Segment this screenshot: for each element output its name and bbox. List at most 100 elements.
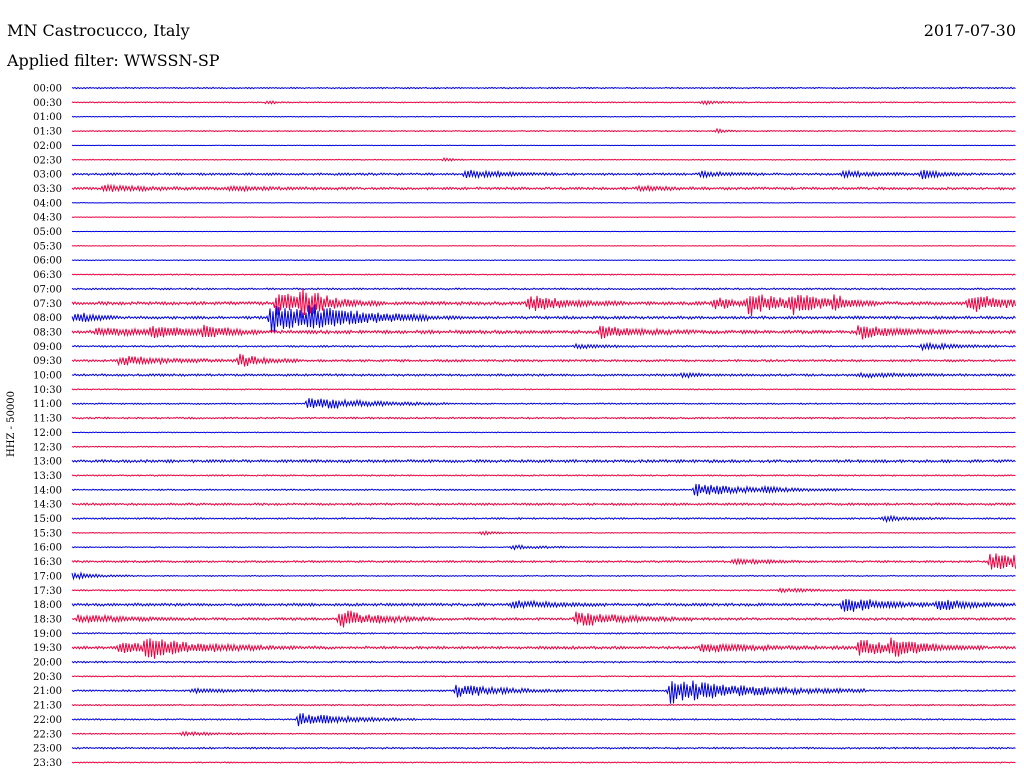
time-tick-label: 21:00	[33, 686, 62, 697]
trace-line	[71, 115, 1016, 118]
time-tick-label: 22:00	[33, 715, 62, 726]
trace-line	[71, 445, 1016, 448]
filter-label: Applied filter: WWSSN-SP	[6, 51, 220, 70]
time-tick-label: 05:00	[33, 227, 62, 238]
time-tick-label: 20:30	[33, 672, 62, 683]
channel-label: HHZ - 50000	[6, 391, 17, 457]
trace-line	[71, 183, 1016, 193]
time-tick-label: 13:30	[33, 471, 62, 482]
trace-line	[71, 713, 1016, 727]
time-tick-label: 07:30	[33, 299, 62, 310]
trace-line	[71, 144, 1016, 147]
trace-line	[71, 458, 1016, 464]
trace-line	[71, 431, 1016, 434]
trace-line	[71, 259, 1016, 262]
time-tick-label: 16:30	[33, 557, 62, 568]
time-tick-label: 22:30	[33, 729, 62, 740]
trace-line	[71, 703, 1016, 707]
time-tick-label: 01:30	[33, 127, 62, 138]
trace-line	[71, 514, 1016, 524]
trace-line	[71, 324, 1016, 340]
time-tick-label: 13:00	[33, 457, 62, 468]
trace-line	[71, 287, 1016, 291]
time-tick-label: 07:00	[33, 284, 62, 295]
time-tick-label: 23:00	[33, 744, 62, 755]
time-tick-label: 08:30	[33, 327, 62, 338]
trace-line	[71, 587, 1016, 594]
time-tick-label: 19:00	[33, 629, 62, 640]
trace-line	[71, 353, 1016, 367]
trace-line	[71, 371, 1016, 379]
trace-line	[71, 680, 1016, 704]
date-label: 2017-07-30	[924, 21, 1016, 40]
time-tick-label: 00:30	[33, 98, 62, 109]
time-tick-label: 09:30	[33, 356, 62, 367]
time-tick-label: 01:00	[33, 112, 62, 123]
time-tick-label: 15:00	[33, 514, 62, 525]
trace-line	[71, 631, 1016, 635]
time-tick-label: 15:30	[33, 528, 62, 539]
trace-line	[71, 730, 1016, 737]
time-tick-label: 14:30	[33, 500, 62, 511]
trace-line	[71, 388, 1016, 391]
time-tick-label: 23:30	[33, 758, 62, 769]
trace-line	[71, 544, 1016, 551]
trace-line	[71, 675, 1016, 678]
time-tick-label: 04:30	[33, 213, 62, 224]
trace-line	[71, 245, 1016, 247]
time-tick-label: 18:30	[33, 614, 62, 625]
trace-line	[71, 398, 1016, 409]
trace-line	[71, 288, 1016, 319]
trace-line	[71, 483, 1016, 497]
trace-line	[71, 169, 1016, 180]
time-tick-label: 06:00	[33, 256, 62, 267]
time-tick-label: 11:00	[33, 399, 62, 410]
trace-line	[71, 201, 1016, 204]
time-tick-label: 11:30	[33, 414, 62, 425]
time-tick-labels: 00:00 00:30 01:00 01:30 02:00 02:30 03:00 03:30…	[33, 84, 62, 769]
trace-line	[71, 502, 1016, 507]
trace-line	[71, 474, 1016, 477]
trace-line	[71, 553, 1016, 570]
time-tick-label: 03:30	[33, 184, 62, 195]
helicorder-plot: MN Castrocucco, Italy 2017-07-30 Applied…	[6, 21, 1016, 769]
trace-line	[71, 99, 1016, 106]
station-title: MN Castrocucco, Italy	[7, 21, 190, 40]
trace-line	[71, 746, 1016, 750]
trace-line	[71, 571, 1016, 581]
time-tick-label: 08:00	[33, 313, 62, 324]
trace-line	[71, 530, 1016, 536]
time-tick-label: 17:30	[33, 586, 62, 597]
time-tick-label: 02:00	[33, 141, 62, 152]
trace-line	[71, 86, 1016, 90]
time-tick-label: 20:00	[33, 658, 62, 669]
time-tick-label: 12:30	[33, 442, 62, 453]
time-tick-label: 18:00	[33, 600, 62, 611]
trace-line	[71, 660, 1016, 664]
time-tick-label: 17:00	[33, 571, 62, 582]
trace-line	[71, 598, 1016, 612]
time-tick-label: 21:30	[33, 701, 62, 712]
time-tick-label: 06:30	[33, 270, 62, 281]
time-tick-label: 04:00	[33, 198, 62, 209]
trace-line	[71, 230, 1016, 233]
trace-line	[71, 127, 1016, 134]
time-tick-label: 03:00	[33, 170, 62, 181]
trace-line	[71, 637, 1016, 659]
time-tick-label: 12:00	[33, 428, 62, 439]
time-tick-label: 10:00	[33, 371, 62, 382]
time-tick-label: 16:00	[33, 543, 62, 554]
trace-line	[71, 416, 1016, 420]
time-tick-label: 19:30	[33, 643, 62, 654]
time-tick-label: 09:00	[33, 342, 62, 353]
trace-line	[71, 216, 1016, 218]
trace-line	[71, 157, 1016, 162]
trace-line	[71, 273, 1016, 276]
time-tick-label: 02:30	[33, 155, 62, 166]
seismic-traces	[71, 86, 1016, 764]
time-tick-label: 00:00	[33, 84, 62, 95]
time-tick-label: 10:30	[33, 385, 62, 396]
trace-line	[71, 761, 1016, 764]
time-tick-label: 14:00	[33, 485, 62, 496]
trace-line	[71, 610, 1016, 628]
